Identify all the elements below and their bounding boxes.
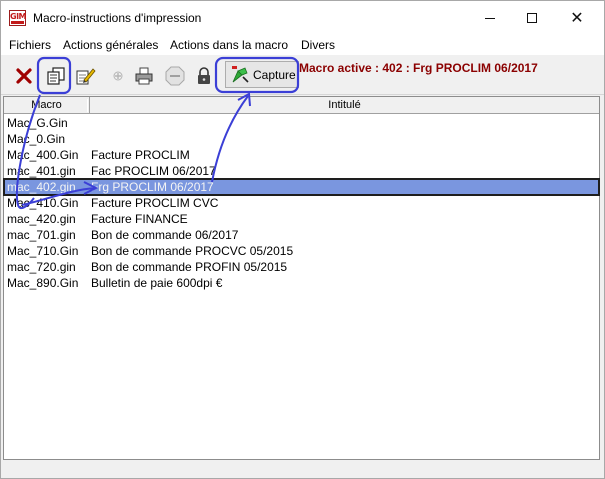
table-row[interactable]: mac_420.gin Facture FINANCE (4, 211, 599, 227)
macro-window: GIM Macro-instructions d'impression ✕ Fi… (0, 0, 605, 479)
maximize-button[interactable] (509, 1, 555, 35)
lock-icon (198, 67, 210, 84)
minimize-button[interactable] (467, 1, 513, 35)
column-header-intitule[interactable]: Intitulé (90, 97, 599, 114)
menu-divers[interactable]: Divers (301, 38, 335, 52)
table-row[interactable]: Mac_G.Gin (4, 115, 599, 131)
menu-fichiers[interactable]: Fichiers (9, 38, 51, 52)
macro-title: Bulletin de paie 600dpi € (91, 276, 223, 290)
macro-filename: mac_701.gin (7, 228, 76, 242)
macro-filename: mac_720.gin (7, 260, 76, 274)
table-row[interactable]: Mac_710.Gin Bon de commande PROCVC 05/201… (4, 243, 599, 259)
delete-button[interactable] (13, 65, 35, 87)
macro-active-status: Macro active : 402 : Frg PROCLIM 06/2017 (299, 61, 538, 75)
toolbar: Capture Macro active : 402 : Frg PROCLIM… (1, 55, 604, 95)
macro-filename: Mac_890.Gin (7, 276, 79, 290)
print-button[interactable] (133, 65, 155, 87)
macro-filename: mac_420.gin (7, 212, 76, 226)
copy-pages-icon (47, 67, 65, 85)
macro-list[interactable]: Macro Intitulé Mac_G.Gin Mac_0.Gin Mac_400… (3, 96, 600, 460)
minimize-icon (485, 17, 495, 19)
app-logo-icon: GIM (9, 10, 27, 26)
macro-filename: Mac_410.Gin (7, 196, 79, 210)
macro-title: Facture FINANCE (91, 212, 188, 226)
menu-actions-generales[interactable]: Actions générales (63, 38, 158, 52)
macro-title: Facture PROCLIM (91, 148, 190, 162)
macro-title: Frg PROCLIM 06/2017 (91, 180, 214, 194)
table-row[interactable]: mac_720.gin Bon de commande PROFIN 05/201… (4, 259, 599, 275)
table-row[interactable]: Mac_400.Gin Facture PROCLIM (4, 147, 599, 163)
macro-title: Fac PROCLIM 06/2017 (91, 164, 216, 178)
title-bar[interactable]: GIM Macro-instructions d'impression ✕ (1, 1, 604, 35)
add-button[interactable] (107, 65, 129, 87)
macro-title: Bon de commande PROCVC 05/2015 (91, 244, 294, 258)
printer-icon (135, 67, 153, 85)
plus-icon (113, 71, 123, 81)
capture-icon (232, 66, 249, 83)
capture-label: Capture (253, 68, 296, 82)
stop-icon (165, 66, 185, 86)
column-header-macro[interactable]: Macro (4, 97, 90, 114)
macro-title: Bon de commande PROFIN 05/2015 (91, 260, 288, 274)
macro-filename: mac_401.gin (7, 164, 76, 178)
macro-filename: Mac_G.Gin (7, 116, 68, 130)
table-row[interactable]: mac_401.gin Fac PROCLIM 06/2017 (4, 163, 599, 179)
stop-button[interactable] (164, 65, 186, 87)
list-header: Macro Intitulé (4, 97, 599, 114)
close-button[interactable]: ✕ (554, 1, 600, 35)
status-bar (3, 462, 600, 477)
table-row[interactable]: mac_701.gin Bon de commande 06/2017 (4, 227, 599, 243)
macro-title: Facture PROCLIM CVC (91, 196, 219, 210)
table-row[interactable]: Mac_890.Gin Bulletin de paie 600dpi € (4, 275, 599, 291)
macro-filename: Mac_400.Gin (7, 148, 79, 162)
table-row[interactable]: Mac_410.Gin Facture PROCLIM CVC (4, 195, 599, 211)
macro-filename: Mac_710.Gin (7, 244, 79, 258)
capture-button[interactable]: Capture (225, 61, 299, 88)
copy-pages-button[interactable] (45, 65, 67, 87)
macro-title: Bon de commande 06/2017 (91, 228, 239, 242)
close-icon: ✕ (570, 8, 584, 27)
edit-pencil-icon (76, 68, 96, 85)
menu-bar: Fichiers Actions générales Actions dans … (1, 35, 604, 55)
table-row[interactable]: Mac_0.Gin (4, 131, 599, 147)
menu-actions-macro[interactable]: Actions dans la macro (170, 38, 288, 52)
delete-icon (16, 68, 32, 84)
edit-button[interactable] (75, 65, 97, 87)
macro-filename: Mac_0.Gin (7, 132, 66, 146)
macro-filename: mac_402.gin (7, 180, 76, 194)
list-rows: Mac_G.Gin Mac_0.Gin Mac_400.Gin Facture PRO… (3, 115, 600, 291)
lock-button[interactable] (193, 65, 215, 87)
maximize-icon (527, 13, 537, 23)
window-title: Macro-instructions d'impression (33, 11, 202, 25)
table-row[interactable]: mac_402.gin Frg PROCLIM 06/2017 (3, 178, 600, 196)
